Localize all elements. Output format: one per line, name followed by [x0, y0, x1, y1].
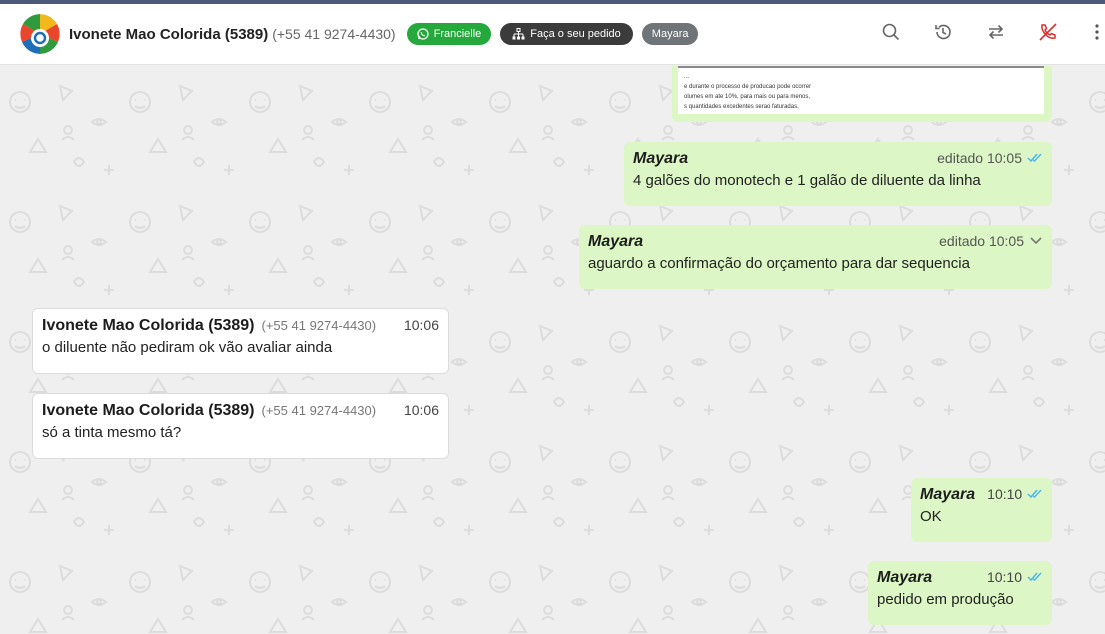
message-bubble-incoming[interactable]: Ivonete Mao Colorida (5389) (+55 41 9274…: [32, 393, 449, 459]
read-ticks-icon: [1027, 572, 1043, 582]
end-chat-button[interactable]: [1034, 18, 1062, 46]
message-edited-time: editado 10:05: [937, 150, 1022, 166]
message-sender: Ivonete Mao Colorida (5389): [42, 317, 255, 334]
message-time: 10:10: [987, 486, 1023, 502]
document-line: olumes em ate 10%, para mais ou para men…: [684, 94, 811, 100]
message-text: o diluente não pediram ok vão avaliar ai…: [42, 339, 333, 356]
message-time: 10:06: [403, 402, 439, 418]
message-text: só a tinta mesmo tá?: [42, 424, 182, 441]
more-icon: [1094, 24, 1099, 40]
message-bubble-outgoing[interactable]: Mayara 10:10 OK: [911, 478, 1052, 542]
search-button[interactable]: [877, 18, 905, 46]
message-sender: Mayara: [877, 569, 933, 586]
read-ticks-icon: [1027, 153, 1043, 163]
whatsapp-icon: [416, 28, 429, 40]
contact-avatar[interactable]: [20, 14, 60, 54]
message-sender: Mayara: [633, 150, 689, 167]
message-sender-phone: (+55 41 9274-4430): [261, 403, 377, 418]
message-sender-phone: (+55 41 9274-4430): [261, 318, 377, 333]
message-text: aguardo a confirmação do orçamento para …: [588, 255, 970, 272]
message-sender: Mayara: [920, 486, 976, 503]
document-preview-content: ... e durante o processo de producao pod…: [678, 66, 1044, 114]
contact-phone: (+55 41 9274-4430): [272, 26, 396, 42]
chat-area[interactable]: ... e durante o processo de producao pod…: [0, 66, 1105, 634]
message-sender: Mayara: [588, 233, 644, 250]
message-time: 10:10: [986, 569, 1022, 585]
message-time: 10:06: [403, 317, 439, 333]
whatsapp-channel-tag[interactable]: Francielle: [406, 23, 492, 45]
document-preview-message[interactable]: ... e durante o processo de producao pod…: [672, 66, 1052, 122]
message-edited-time: editado 10:05: [939, 233, 1024, 249]
whatsapp-tag-label: Francielle: [433, 28, 482, 40]
read-ticks-icon: [1027, 489, 1043, 499]
history-button[interactable]: [929, 18, 957, 46]
history-icon: [935, 24, 951, 40]
message-bubble-incoming[interactable]: Ivonete Mao Colorida (5389) (+55 41 9274…: [32, 308, 449, 374]
message-text: pedido em produção: [877, 591, 1014, 608]
document-line: e durante o processo de producao pode oc…: [684, 84, 812, 90]
message-bubble-outgoing[interactable]: Mayara editado 10:05 aguardo a confirmaç…: [579, 225, 1052, 289]
more-options-button[interactable]: [1088, 18, 1105, 46]
flow-icon: [512, 28, 525, 40]
message-bubble-outgoing[interactable]: Mayara 10:10 pedido em produção: [868, 561, 1052, 625]
order-tag-label: Faça o seu pedido: [530, 28, 621, 40]
end-chat-icon: [1039, 23, 1057, 41]
agent-tag[interactable]: Mayara: [641, 23, 699, 45]
search-icon: [882, 23, 900, 41]
message-text: 4 galões do monotech e 1 galão de diluen…: [633, 172, 981, 189]
chevron-down-icon[interactable]: [1029, 236, 1043, 246]
order-flow-tag[interactable]: Faça o seu pedido: [500, 23, 633, 45]
document-line: ...: [684, 74, 690, 80]
contact-name: Ivonete Mao Colorida (5389): [69, 25, 269, 43]
message-bubble-outgoing[interactable]: Mayara editado 10:05 4 galões do monotec…: [624, 142, 1052, 206]
transfer-button[interactable]: [982, 18, 1010, 46]
message-sender: Ivonete Mao Colorida (5389): [42, 402, 255, 419]
message-text: OK: [920, 508, 942, 525]
transfer-icon: [988, 24, 1004, 40]
document-line: s quantidades excedentes serao faturadas…: [684, 104, 799, 110]
